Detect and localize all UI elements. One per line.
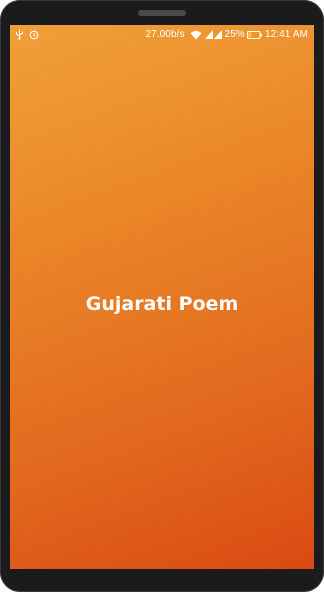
usb-icon (15, 29, 24, 40)
status-bar-right: 27.00b/s 25% 12:41 AM (145, 29, 308, 40)
status-bar: 27.00b/s 25% 12:41 AM (10, 25, 314, 44)
status-bar-left (15, 29, 39, 40)
battery-level-fill (248, 32, 252, 37)
battery-icon (246, 30, 262, 39)
earpiece-speaker (138, 10, 186, 16)
alarm-icon (29, 30, 39, 40)
network-speed: 27.00b/s (145, 29, 185, 40)
phone-frame: 27.00b/s 25% 12:41 AM Gujarati Poem (0, 0, 324, 592)
signal-icon (204, 30, 213, 39)
app-title: Gujarati Poem (85, 293, 239, 315)
wifi-icon (190, 30, 202, 40)
splash-screen: 27.00b/s 25% 12:41 AM Gujarati Poem (10, 25, 314, 569)
signal-icon (213, 30, 222, 39)
status-clock: 12:41 AM (264, 29, 308, 40)
battery-percent: 25% (224, 29, 245, 40)
